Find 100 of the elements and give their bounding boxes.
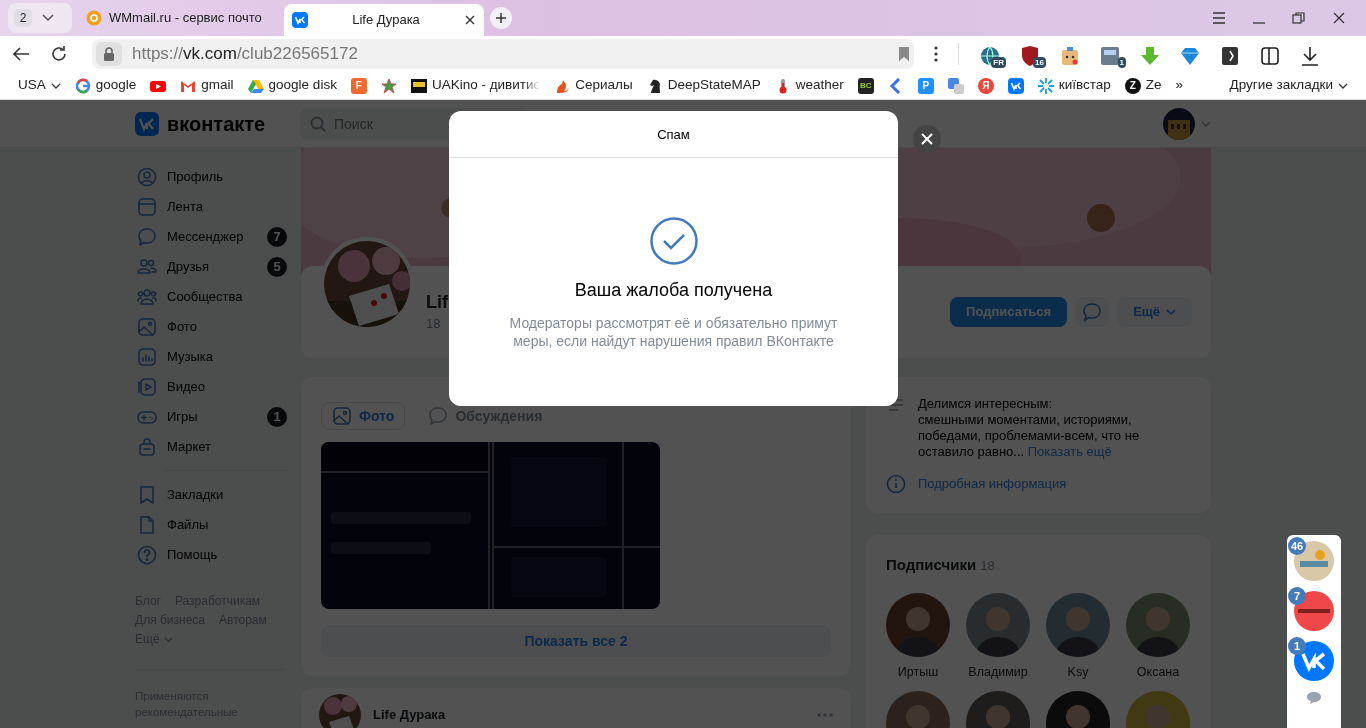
bookmark-folder[interactable]: Другие закладки	[1229, 75, 1348, 96]
menu-icon[interactable]	[1212, 12, 1226, 24]
back-icon[interactable]	[12, 46, 30, 62]
sidebar-item[interactable]: Игры 1	[135, 402, 301, 432]
vk-icon[interactable]	[1007, 77, 1024, 94]
subscriber[interactable]: Иртыш	[886, 592, 950, 682]
search-icon	[310, 115, 326, 132]
close-icon[interactable]	[1332, 12, 1346, 24]
more-button[interactable]: Ещё	[1117, 297, 1192, 327]
count-badge: 7	[267, 227, 287, 247]
show-more-link[interactable]: Показать ещё	[1027, 444, 1112, 459]
sidebar-item[interactable]: Профиль	[135, 162, 301, 192]
sidebar-icon[interactable]	[1259, 44, 1281, 67]
browser-tab[interactable]: WMmail.ru - сервис почто	[78, 3, 278, 33]
chevron-down-icon	[1338, 82, 1348, 89]
sidebar-item[interactable]: Видео	[135, 372, 301, 402]
info-icon	[886, 474, 906, 494]
sidebar-item[interactable]: Музыка	[135, 342, 301, 372]
friends-icon	[137, 257, 157, 277]
bag-icon	[137, 437, 157, 457]
sidebar-item[interactable]: Фото	[135, 312, 301, 342]
chat-icon	[428, 406, 449, 426]
plus-icon	[495, 12, 507, 24]
chat-avatar[interactable]	[1294, 591, 1334, 631]
chevron-down-icon	[163, 636, 173, 643]
chat-avatar[interactable]	[1294, 641, 1334, 681]
more-icon[interactable]	[934, 46, 938, 62]
photo-icon	[332, 406, 352, 426]
sparkle-icon	[1037, 77, 1054, 94]
bookmark[interactable]: gmail	[180, 75, 234, 96]
chat-icon[interactable]	[1306, 691, 1322, 705]
show-all-button[interactable]: Показать все 2	[321, 625, 831, 657]
mail-icon	[86, 10, 102, 26]
content-tab[interactable]: Фото	[321, 402, 406, 430]
sidebar-item[interactable]: Друзья 5	[135, 252, 301, 282]
post-author[interactable]: Life Дурака	[373, 705, 805, 725]
chevron-down-icon	[50, 82, 61, 89]
bookmark-folder[interactable]: USA	[18, 75, 61, 96]
sidebar-item[interactable]: Маркет	[135, 432, 301, 462]
window-icon[interactable]	[1099, 44, 1121, 67]
count-badge: 1	[267, 407, 287, 427]
bookmark[interactable]: київстар	[1037, 75, 1111, 96]
subscriber[interactable]: Ksy	[1046, 592, 1110, 682]
bookmark-icon	[137, 485, 157, 505]
chevron-down-icon[interactable]	[42, 14, 54, 22]
avatar[interactable]	[1163, 107, 1195, 140]
bookmark[interactable]: DeepStateMAP	[646, 75, 761, 96]
panel-icon[interactable]	[1219, 44, 1241, 67]
more-bookmarks-button[interactable]: »	[1175, 75, 1184, 96]
reload-icon[interactable]	[50, 45, 68, 63]
bookmark-icon[interactable]	[898, 46, 910, 62]
download-icon[interactable]	[1299, 44, 1321, 67]
translate-icon[interactable]	[947, 77, 964, 94]
restore-icon[interactable]	[1292, 12, 1306, 24]
bookmark[interactable]: weather	[774, 75, 844, 96]
sidebar-item[interactable]: Лента	[135, 192, 301, 222]
sidebar-item[interactable]: Сообщества	[135, 282, 301, 312]
sidebar-item[interactable]: Помощь	[135, 540, 301, 570]
modal-text: Модераторы рассмотрят её и обязательно примут меры, если найдут нарушения правил ВКонтакте	[508, 314, 839, 350]
unread-badge: 7	[1288, 587, 1306, 605]
bookmark[interactable]: BC	[857, 77, 874, 94]
details-link[interactable]: Подробная информация	[918, 474, 1067, 494]
video-icon	[137, 377, 157, 397]
sidebar-item[interactable]: Файлы	[135, 510, 301, 540]
google-icon	[74, 77, 91, 94]
star-icon[interactable]	[380, 77, 397, 94]
description-text: Делимся интересным: смешными моментами, историями, победами, проблемами-всем, что не оставило равно... Показать ещё	[918, 396, 1140, 459]
bookmark[interactable]: google	[74, 75, 137, 96]
address-field[interactable]: https://vk.com/club226565172	[92, 39, 914, 69]
film-icon	[410, 77, 427, 94]
subscriber[interactable]: Владимир	[966, 592, 1030, 682]
logo-text[interactable]: вконтакте	[167, 108, 266, 139]
subscribe-button[interactable]: Подписаться	[950, 297, 1068, 327]
bookmark[interactable]: P	[917, 77, 934, 94]
bookmark[interactable]: google disk	[247, 75, 337, 96]
tab-counter[interactable]: 2	[14, 9, 32, 27]
section-title: Подписчики	[886, 556, 977, 573]
bookmark[interactable]: UAKino - дивитис	[410, 75, 541, 96]
download-arrow-icon[interactable]	[1139, 44, 1161, 67]
browser-tab[interactable]: Life Дурака	[284, 4, 484, 36]
music-icon	[137, 347, 157, 367]
file-icon	[137, 515, 157, 535]
sidebar-item[interactable]: Закладки	[135, 480, 301, 510]
subscriber[interactable]: Оксана	[1126, 592, 1190, 682]
modal-title: Спам	[449, 111, 898, 158]
bookmark[interactable]: F	[350, 77, 367, 94]
close-icon[interactable]	[464, 14, 476, 26]
bookmark[interactable]: Я	[977, 77, 994, 94]
box-face-icon[interactable]	[1059, 44, 1081, 67]
count-badge: 5	[267, 257, 287, 277]
groups-icon	[137, 287, 157, 307]
bookmark[interactable]: Сериалы	[554, 75, 633, 96]
unread-badge: 46	[1288, 537, 1307, 555]
chevron-down-icon	[1166, 309, 1176, 315]
bookmark[interactable]: Z Ze	[1124, 75, 1162, 96]
new-tab-button[interactable]	[490, 7, 512, 29]
photo-icon	[137, 317, 157, 337]
chat-icon	[137, 227, 157, 247]
sidebar-item[interactable]: Мессенджер 7	[135, 222, 301, 252]
feed-icon	[137, 197, 157, 217]
